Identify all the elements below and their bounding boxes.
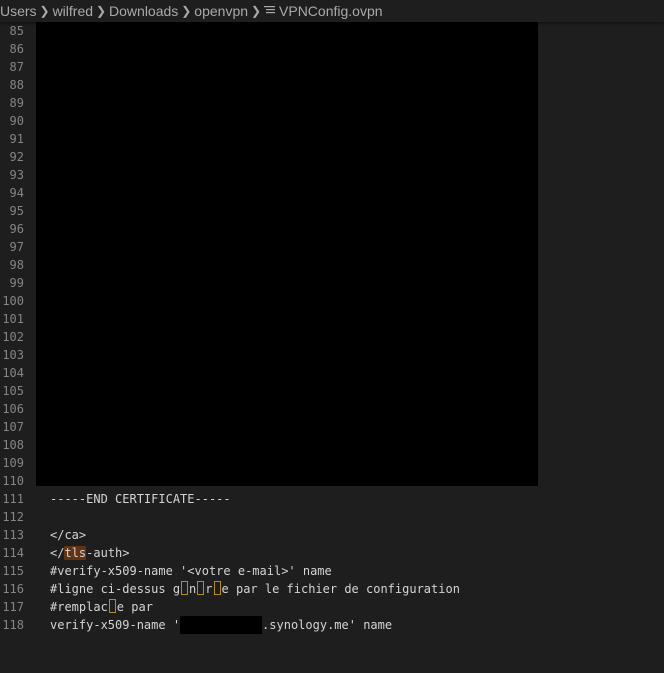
editor-line[interactable]: 118 verify-x509-name ' .synology.me' name: [0, 616, 664, 634]
editor-line[interactable]: 114 </tls-auth>: [0, 544, 664, 562]
unusual-character-marker: [181, 581, 189, 595]
line-number: 92: [9, 150, 24, 164]
line-number: 116: [2, 582, 24, 596]
line-number: 110: [2, 474, 24, 488]
line-number: 111: [2, 492, 24, 506]
breadcrumb-downloads[interactable]: Downloads: [109, 3, 178, 19]
line-number: 98: [9, 258, 24, 272]
editor-line[interactable]: 112: [0, 508, 664, 526]
editor-line[interactable]: 115 #verify-x509-name '<votre e-mail>' n…: [0, 562, 664, 580]
file-lines-icon: [264, 5, 276, 15]
unusual-character-marker: [197, 581, 205, 595]
breadcrumb: Users ❯ wilfred ❯ Downloads ❯ openvpn ❯ …: [0, 0, 664, 22]
code-text: #ligne ci-dessus g nr e par le fichier de …: [50, 580, 460, 598]
line-number: 114: [2, 546, 24, 560]
code-segment: e par: [116, 600, 153, 614]
code-segment: #remplac: [50, 600, 108, 614]
line-number: 102: [2, 330, 24, 344]
unusual-character-marker: [213, 581, 221, 595]
code-segment: e par le fichier de configuration: [221, 582, 460, 596]
line-number: 85: [9, 24, 24, 38]
line-number: 101: [2, 312, 24, 326]
line-number: 106: [2, 402, 24, 416]
line-number: 86: [9, 42, 24, 56]
line-number: 96: [9, 222, 24, 236]
code-segment: r: [205, 582, 213, 596]
code-text: -----END CERTIFICATE-----: [50, 492, 231, 506]
editor-line[interactable]: 117 #remplac e par: [0, 598, 664, 616]
editor-line[interactable]: 111 -----END CERTIFICATE-----: [0, 490, 664, 508]
editor-line[interactable]: 116 #ligne ci-dessus g nr e par le fichier…: [0, 580, 664, 598]
chevron-right-icon: ❯: [39, 4, 50, 18]
code-segment: .synology.me' name: [262, 618, 393, 632]
editor-line[interactable]: 113 </ca>: [0, 526, 664, 544]
line-number: 91: [9, 132, 24, 146]
code-text: verify-x509-name ' .synology.me' name: [50, 616, 392, 634]
breadcrumb-openvpn[interactable]: openvpn: [194, 3, 248, 19]
code-segment: verify-x509-name ': [50, 618, 181, 632]
breadcrumb-wilfred[interactable]: wilfred: [53, 3, 93, 19]
breadcrumb-file[interactable]: VPNConfig.ovpn: [279, 3, 383, 19]
line-number: 113: [2, 528, 24, 542]
code-text: #verify-x509-name '<votre e-mail>' name: [50, 564, 332, 578]
line-number: 97: [9, 240, 24, 254]
code-text: </ca>: [50, 528, 87, 542]
line-number: 104: [2, 366, 24, 380]
redaction-box: [180, 616, 263, 634]
code-text: #remplac e par: [50, 598, 153, 616]
code-segment: </: [50, 546, 65, 560]
line-number: 109: [2, 456, 24, 470]
line-number: 115: [2, 564, 24, 578]
line-number: 107: [2, 420, 24, 434]
chevron-right-icon: ❯: [250, 4, 262, 18]
code-segment: n: [189, 582, 197, 596]
line-number: 105: [2, 384, 24, 398]
line-number: 93: [9, 168, 24, 182]
line-number: 90: [9, 114, 24, 128]
line-number: 89: [9, 96, 24, 110]
line-number: 95: [9, 204, 24, 218]
line-number: 112: [2, 510, 24, 524]
chevron-right-icon: ❯: [181, 4, 192, 18]
line-number: 100: [2, 294, 24, 308]
word-highlight: tls: [64, 546, 87, 560]
redacted-overlay: [36, 22, 538, 486]
code-segment: #ligne ci-dessus g: [50, 582, 181, 596]
unusual-character-marker: [108, 599, 116, 613]
line-number: 103: [2, 348, 24, 362]
line-number: 94: [9, 186, 24, 200]
line-number: 117: [2, 600, 24, 614]
code-editor[interactable]: 85 86 87 88 89 90 91 92 93 94 95 96 97 9…: [0, 22, 664, 673]
line-number: 99: [9, 276, 24, 290]
line-number: 87: [9, 60, 24, 74]
line-number: 88: [9, 78, 24, 92]
breadcrumb-users[interactable]: Users: [0, 3, 37, 19]
code-segment: -auth>: [86, 546, 130, 560]
chevron-right-icon: ❯: [96, 4, 107, 18]
line-number: 118: [2, 618, 24, 632]
line-number: 108: [2, 438, 24, 452]
code-text: </tls-auth>: [50, 544, 130, 562]
